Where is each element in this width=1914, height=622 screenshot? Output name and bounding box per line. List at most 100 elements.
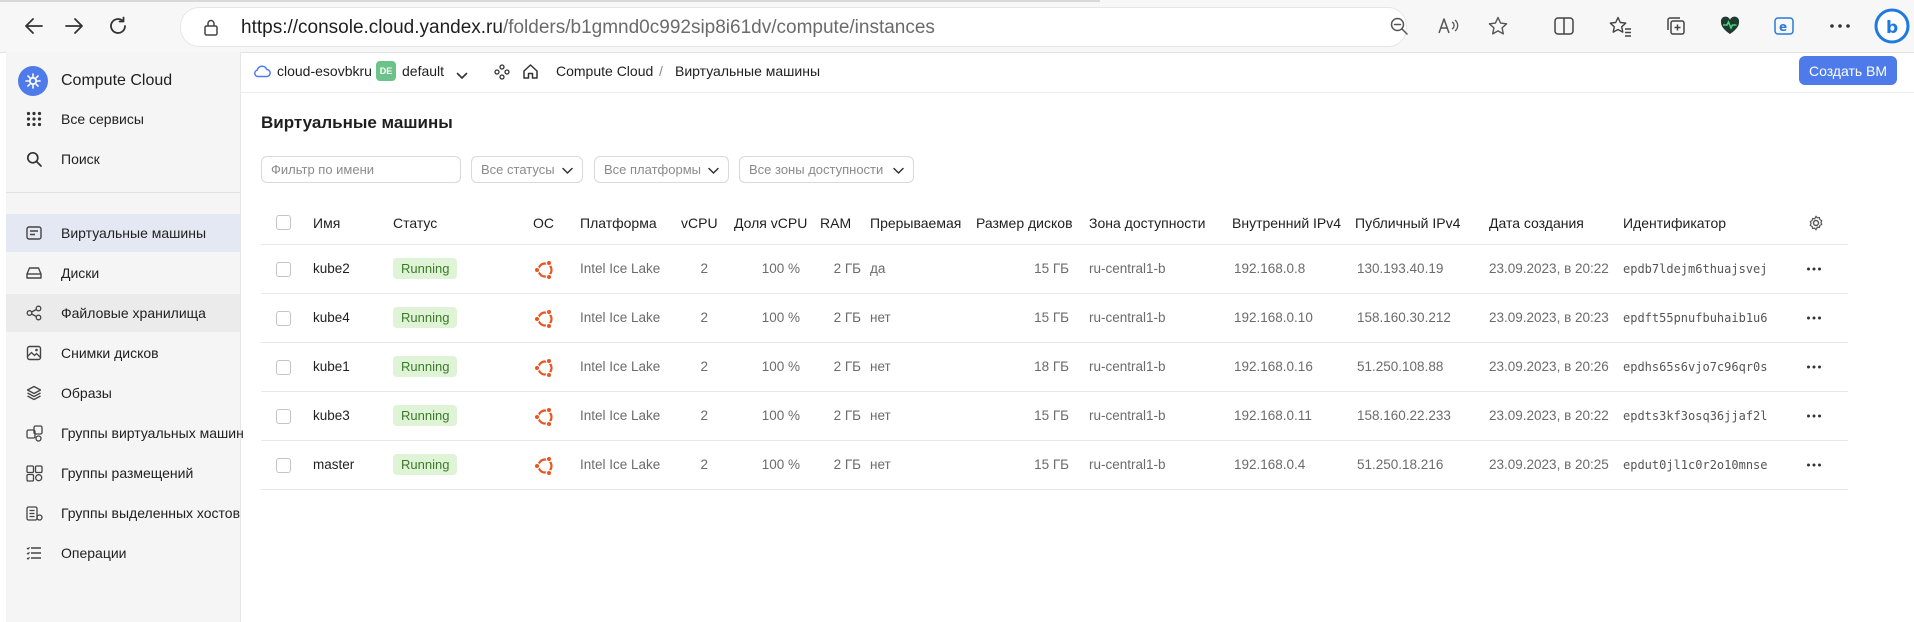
select-all-checkbox[interactable] <box>276 215 291 230</box>
sidebar-brand[interactable]: Compute Cloud <box>6 60 240 102</box>
row-checkbox[interactable] <box>276 311 291 326</box>
favorites-icon[interactable] <box>1606 12 1634 40</box>
forward-button[interactable] <box>58 10 90 42</box>
split-screen-icon[interactable] <box>1550 12 1578 40</box>
svg-text:e: e <box>1779 20 1787 34</box>
table-header: Имя Статус ОС Платформа vCPU Доля vCPU R… <box>261 202 1848 244</box>
read-aloud-icon[interactable] <box>1434 12 1462 40</box>
grid-icon <box>24 109 44 129</box>
sidebar-item-all-services[interactable]: Все сервисы <box>6 100 240 138</box>
column-header-platform[interactable]: Платформа <box>580 215 657 231</box>
column-header-id[interactable]: Идентификатор <box>1623 215 1726 231</box>
sidebar-item-disks[interactable]: Диски <box>6 254 240 292</box>
settings-gear-icon[interactable] <box>1808 215 1824 236</box>
folder-selector[interactable]: default <box>402 63 444 79</box>
sidebar-item-label: Группы выделенных хостов <box>61 505 241 521</box>
sidebar-item-dedicated-hosts[interactable]: Группы выделенных хостов <box>6 494 240 532</box>
vm-created: 23.09.2023, в 20:25 <box>1489 457 1609 472</box>
column-header-created[interactable]: Дата создания <box>1489 215 1584 231</box>
column-header-name[interactable]: Имя <box>313 215 340 231</box>
table-row[interactable]: kube2 Running Intel Ice Lake 2 100 % 2 Г… <box>261 244 1848 294</box>
cloud-selector[interactable]: cloud-esovbkru <box>277 63 372 79</box>
sidebar-item-vm-groups[interactable]: Группы виртуальных машин <box>6 414 244 452</box>
platform-filter-select[interactable]: Все платформы <box>594 156 729 183</box>
home-icon[interactable] <box>522 63 539 85</box>
integrations-icon[interactable] <box>494 64 510 85</box>
name-filter-input[interactable]: Фильтр по имени <box>261 156 461 183</box>
vm-preemptible: да <box>870 261 886 276</box>
zoom-out-icon[interactable] <box>1385 12 1413 40</box>
vm-vcpu: 2 <box>700 261 708 276</box>
vm-vcpu-share: 100 % <box>761 457 800 472</box>
sidebar-item-operations[interactable]: Операции <box>6 534 240 572</box>
create-vm-button[interactable]: Создать ВМ <box>1799 56 1897 85</box>
more-actions-icon[interactable] <box>1806 261 1822 282</box>
sidebar-item-images[interactable]: Образы <box>6 374 240 412</box>
column-header-zone[interactable]: Зона доступности <box>1089 215 1206 231</box>
zone-filter-select[interactable]: Все зоны доступности <box>739 156 914 183</box>
table-bottom-border <box>261 489 1848 490</box>
more-actions-icon[interactable] <box>1806 457 1822 478</box>
vm-name[interactable]: kube3 <box>313 408 350 423</box>
vm-zone: ru-central1-b <box>1089 310 1166 325</box>
edge-ie-icon[interactable]: e <box>1770 12 1798 40</box>
vm-name[interactable]: kube2 <box>313 261 350 276</box>
row-checkbox[interactable] <box>276 360 291 375</box>
sidebar-item-disk-snapshots[interactable]: Снимки дисков <box>6 334 240 372</box>
row-checkbox[interactable] <box>276 458 291 473</box>
column-header-public-ip[interactable]: Публичный IPv4 <box>1355 215 1460 231</box>
vm-public-ip: 51.250.108.88 <box>1357 359 1444 374</box>
vm-name[interactable]: kube4 <box>313 310 350 325</box>
table-row[interactable]: kube1 Running Intel Ice Lake 2 100 % 2 Г… <box>261 342 1848 392</box>
table-row[interactable]: kube4 Running Intel Ice Lake 2 100 % 2 Г… <box>261 293 1848 343</box>
status-filter-select[interactable]: Все статусы <box>471 156 583 183</box>
sidebar-item-placement-groups[interactable]: Группы размещений <box>6 454 240 492</box>
breadcrumb-service[interactable]: Compute Cloud <box>556 63 653 79</box>
status-badge: Running <box>393 307 458 328</box>
vm-name[interactable]: kube1 <box>313 359 350 374</box>
column-header-status[interactable]: Статус <box>393 215 437 231</box>
more-icon[interactable] <box>1826 12 1854 40</box>
row-checkbox[interactable] <box>276 262 291 277</box>
column-header-vcpu-share[interactable]: Доля vCPU <box>734 215 807 231</box>
sidebar-item-file-storage[interactable]: Файловые хранилища <box>6 294 240 332</box>
vm-name[interactable]: master <box>313 457 354 472</box>
favorite-star-icon[interactable] <box>1484 12 1512 40</box>
column-header-preemptible[interactable]: Прерываемая <box>870 215 961 231</box>
more-actions-icon[interactable] <box>1806 408 1822 429</box>
sidebar-item-virtual-machines[interactable]: Виртуальные машины <box>6 214 240 252</box>
vm-vcpu-share: 100 % <box>761 261 800 276</box>
collections-icon[interactable] <box>1662 12 1690 40</box>
sidebar-item-label: Диски <box>61 265 100 281</box>
health-icon[interactable] <box>1716 12 1744 40</box>
vm-preemptible: нет <box>870 359 891 374</box>
column-header-ram[interactable]: RAM <box>820 215 851 231</box>
ubuntu-icon <box>533 307 557 336</box>
column-header-vcpu[interactable]: vCPU <box>681 215 718 231</box>
row-checkbox[interactable] <box>276 409 291 424</box>
more-actions-icon[interactable] <box>1806 359 1822 380</box>
vm-disk-size: 15 ГБ <box>1034 261 1069 276</box>
more-actions-icon[interactable] <box>1806 310 1822 331</box>
column-header-internal-ip[interactable]: Внутренний IPv4 <box>1232 215 1341 231</box>
vm-zone: ru-central1-b <box>1089 457 1166 472</box>
vm-group-icon <box>24 423 44 443</box>
vm-vcpu-share: 100 % <box>761 359 800 374</box>
table-row[interactable]: master Running Intel Ice Lake 2 100 % 2 … <box>261 440 1848 490</box>
vm-id: epdhs65s6vjo7c96qr0s <box>1623 360 1768 374</box>
vm-preemptible: нет <box>870 310 891 325</box>
column-header-disk-size[interactable]: Размер дисков <box>976 215 1073 231</box>
sidebar-item-search[interactable]: Поиск <box>6 140 240 178</box>
brand-label: Compute Cloud <box>61 72 173 89</box>
disk-icon <box>24 263 44 283</box>
vm-platform: Intel Ice Lake <box>580 310 661 325</box>
table-row[interactable]: kube3 Running Intel Ice Lake 2 100 % 2 Г… <box>261 391 1848 441</box>
back-button[interactable] <box>18 10 50 42</box>
reload-button[interactable] <box>102 10 134 42</box>
address-bar[interactable]: https://console.cloud.yandex.ru/folders/… <box>180 7 1407 47</box>
chevron-down-icon[interactable] <box>456 67 468 85</box>
bing-chat-icon[interactable]: b <box>1874 8 1910 44</box>
column-header-os[interactable]: ОС <box>533 215 554 231</box>
placement-icon <box>24 463 44 483</box>
image-icon <box>24 343 44 363</box>
